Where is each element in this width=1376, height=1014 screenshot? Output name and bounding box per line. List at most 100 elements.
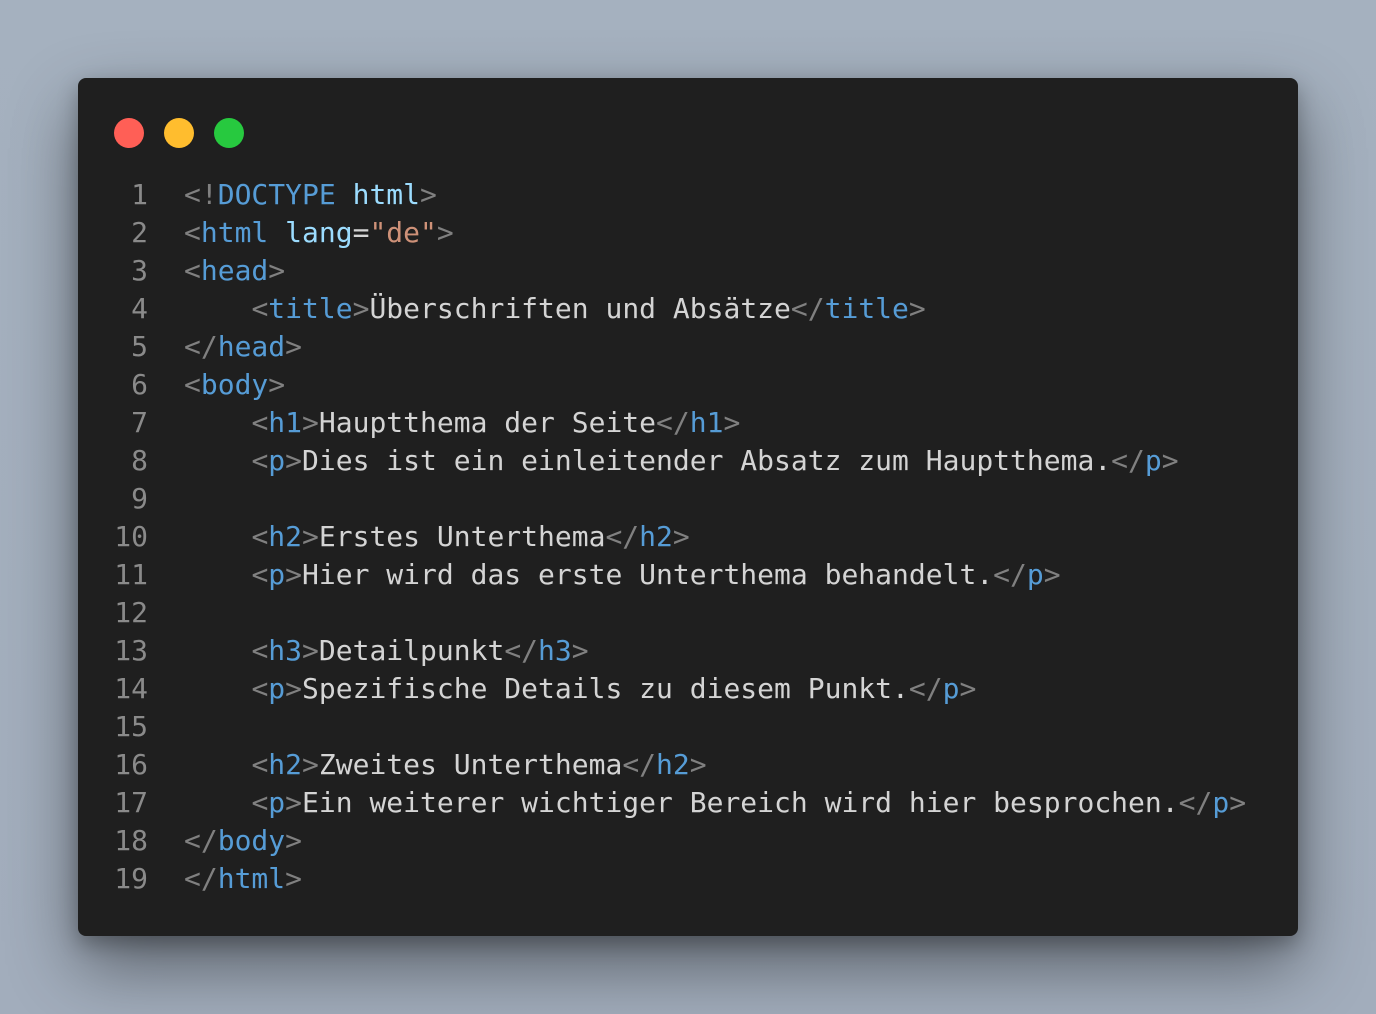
line-number: 17 (114, 786, 148, 819)
code-line: 17 <p>Ein weiterer wichtiger Bereich wir… (78, 784, 1298, 822)
line-content: <h1>Hauptthema der Seite</h1> (184, 404, 740, 442)
line-content: <!DOCTYPE html> (184, 176, 437, 214)
code-punctuation: > (285, 444, 303, 477)
code-line: 1 <!DOCTYPE html> (78, 176, 1298, 214)
code-line: 16 <h2>Zweites Unterthema</h2> (78, 746, 1298, 784)
code-tag-name: h2 (268, 520, 303, 553)
code-tag-name: p (268, 672, 286, 705)
code-punctuation: < (184, 368, 201, 401)
line-content: </html> (184, 860, 302, 898)
code-punctuation: < (251, 406, 269, 439)
code-punctuation: > (268, 254, 286, 287)
code-punctuation: </ (184, 330, 218, 363)
code-text: Hier wird das erste Unterthema behandelt… (302, 558, 994, 591)
code-tag-name: h3 (268, 634, 303, 667)
line-number: 6 (131, 368, 148, 401)
code-tag-name: html (217, 862, 286, 895)
code-text: Zweites Unterthema (318, 748, 623, 781)
code-line: 4 <title>Überschriften und Absätze</titl… (78, 290, 1298, 328)
code-editor[interactable]: 1 <!DOCTYPE html> 2 <html lang="de"> 3 <head>… (78, 176, 1298, 898)
code-punctuation: < (184, 254, 201, 287)
code-punctuation: </ (1111, 444, 1145, 477)
code-text: Detailpunkt (318, 634, 505, 667)
minimize-window-button[interactable] (164, 118, 194, 148)
line-content: </body> (184, 822, 302, 860)
code-tag-name: title (824, 292, 909, 325)
code-punctuation: > (268, 368, 286, 401)
code-line: 9 (78, 480, 1298, 518)
line-content: <body> (184, 366, 285, 404)
code-line: 7 <h1>Hauptthema der Seite</h1> (78, 404, 1298, 442)
code-line: 11 <p>Hier wird das erste Unterthema beh… (78, 556, 1298, 594)
line-content: <p>Ein weiterer wichtiger Bereich wird h… (184, 784, 1246, 822)
code-punctuation: < (251, 558, 269, 591)
code-tag-name: title (268, 292, 353, 325)
code-punctuation: </ (1178, 786, 1213, 819)
close-window-button[interactable] (114, 118, 144, 148)
code-punctuation: > (285, 558, 303, 591)
code-attribute: html (352, 178, 421, 211)
code-tag-name: h2 (656, 748, 690, 781)
code-punctuation: < (251, 520, 269, 553)
code-tag-name: h1 (268, 406, 303, 439)
code-tag-name: body (200, 368, 269, 401)
code-text: Erstes Unterthema (318, 520, 606, 553)
code-text: Spezifische Details zu diesem Punkt. (302, 672, 909, 705)
code-attribute: lang (285, 216, 353, 249)
code-punctuation: < (184, 216, 201, 249)
code-punctuation: </ (790, 292, 825, 325)
code-punctuation: < (251, 786, 269, 819)
code-tag-name: p (1212, 786, 1230, 819)
code-punctuation: </ (504, 634, 539, 667)
line-number: 18 (114, 824, 148, 857)
code-tag-name: body (217, 824, 286, 857)
line-number: 3 (131, 254, 148, 287)
code-punctuation: < (251, 444, 269, 477)
code-punctuation: </ (908, 672, 943, 705)
code-line: 8 <p>Dies ist ein einleitender Absatz zu… (78, 442, 1298, 480)
line-content: <head> (184, 252, 285, 290)
code-punctuation: > (1043, 558, 1061, 591)
line-content: <title>Überschriften und Absätze</title> (184, 290, 925, 328)
code-line: 10 <h2>Erstes Unterthema</h2> (78, 518, 1298, 556)
code-tag-name: h3 (538, 634, 572, 667)
code-text: Ein weiterer wichtiger Bereich wird hier… (302, 786, 1179, 819)
code-tag-name: p (268, 444, 286, 477)
line-number: 10 (114, 520, 148, 553)
code-punctuation: < (251, 672, 269, 705)
code-tag-name: head (217, 330, 286, 363)
code-punctuation: </ (622, 748, 657, 781)
line-number: 9 (131, 482, 148, 515)
code-line: 6 <body> (78, 366, 1298, 404)
code-punctuation: > (723, 406, 741, 439)
code-punctuation: > (285, 786, 303, 819)
line-number: 12 (114, 596, 148, 629)
code-punctuation: > (302, 520, 319, 553)
code-line: 12 (78, 594, 1298, 632)
code-punctuation: > (285, 672, 303, 705)
line-number: 1 (131, 178, 148, 211)
code-line: 15 (78, 708, 1298, 746)
maximize-window-button[interactable] (214, 118, 244, 148)
code-tag-name: h1 (689, 406, 724, 439)
code-line: 13 <h3>Detailpunkt</h3> (78, 632, 1298, 670)
code-punctuation: > (1229, 786, 1247, 819)
line-content: <p>Hier wird das erste Unterthema behand… (184, 556, 1061, 594)
line-number: 14 (114, 672, 148, 705)
code-punctuation: > (689, 748, 707, 781)
code-tag-name: h2 (639, 520, 673, 553)
code-punctuation: > (1161, 444, 1179, 477)
code-line: 5 </head> (78, 328, 1298, 366)
line-number: 19 (114, 862, 148, 895)
code-punctuation: > (672, 520, 690, 553)
code-punctuation: > (285, 824, 303, 857)
line-content: <html lang="de"> (184, 214, 454, 252)
code-text: = (352, 216, 370, 249)
code-punctuation: </ (993, 558, 1027, 591)
code-punctuation: > (302, 406, 319, 439)
